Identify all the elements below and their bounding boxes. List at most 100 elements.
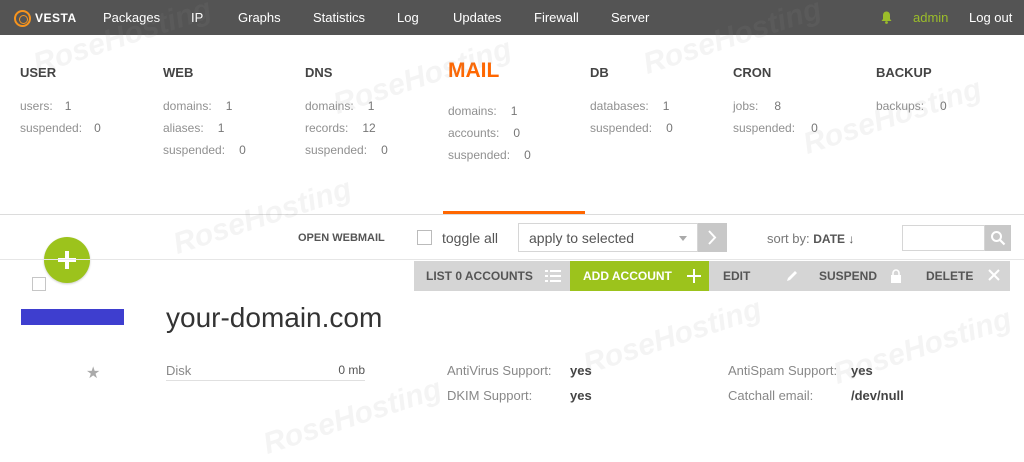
chevron-right-icon xyxy=(708,230,717,245)
antispam-value: yes xyxy=(851,363,873,378)
stat-label: backups: xyxy=(876,99,925,113)
watermark: RoseHosting xyxy=(169,172,356,261)
antivirus-value: yes xyxy=(570,363,592,378)
apply-button[interactable] xyxy=(698,223,727,252)
domain-action-bar: LIST 0 ACCOUNTS ADD ACCOUNT EDIT SUSPEND… xyxy=(414,261,1010,291)
nav-ip[interactable]: IP xyxy=(191,10,203,26)
stat-label: domains: xyxy=(305,99,354,113)
stat-dns[interactable]: DNS domains: 1 records: 12 suspended: 0 xyxy=(305,66,445,161)
vesta-logo-icon xyxy=(14,9,31,27)
suspend-button[interactable]: SUSPEND xyxy=(805,261,908,291)
delete-button[interactable]: DELETE xyxy=(908,261,1010,291)
suspend-label: SUSPEND xyxy=(819,269,878,283)
toggle-all-label[interactable]: toggle all xyxy=(442,230,498,246)
domain-status-bar xyxy=(21,309,124,325)
stat-mail[interactable]: MAIL domains: 1 accounts: 0 suspended: 0 xyxy=(448,60,588,166)
nav-log[interactable]: Log xyxy=(397,10,419,26)
chevron-down-icon xyxy=(679,236,687,241)
list-icon xyxy=(545,270,561,282)
watermark: RoseHosting xyxy=(259,372,446,461)
list-accounts-button[interactable]: LIST 0 ACCOUNTS xyxy=(414,261,570,291)
stat-value: 0 xyxy=(524,148,531,162)
add-account-label: ADD ACCOUNT xyxy=(583,269,672,283)
stat-label: domains: xyxy=(163,99,212,113)
close-icon xyxy=(988,269,1000,281)
stat-value: 0 xyxy=(381,143,388,157)
edit-button[interactable]: EDIT xyxy=(709,261,805,291)
stat-user[interactable]: USER users: 1 suspended: 0 xyxy=(20,66,160,139)
stat-title: DNS xyxy=(305,65,333,80)
bell-icon[interactable] xyxy=(881,11,892,24)
stat-label: suspended: xyxy=(163,143,226,157)
dkim-value: yes xyxy=(570,388,592,403)
stat-label: records: xyxy=(305,121,349,135)
top-navbar: VESTA Packages IP Graphs Statistics Log … xyxy=(0,0,1024,35)
search-button[interactable] xyxy=(985,225,1011,251)
stat-label: accounts: xyxy=(448,126,500,140)
dkim-label: DKIM Support: xyxy=(447,388,533,403)
stat-label: suspended: xyxy=(448,148,511,162)
stat-title: DB xyxy=(590,65,609,80)
add-account-button[interactable]: ADD ACCOUNT xyxy=(570,261,709,291)
toggle-all-checkbox[interactable] xyxy=(417,230,432,245)
add-domain-button[interactable] xyxy=(44,237,90,283)
stat-web[interactable]: WEB domains: 1 aliases: 1 suspended: 0 xyxy=(163,66,303,161)
stat-label: suspended: xyxy=(305,143,368,157)
stat-title: USER xyxy=(20,65,57,80)
stat-label: aliases: xyxy=(163,121,204,135)
antispam-label: AntiSpam Support: xyxy=(728,363,838,378)
stat-value: 0 xyxy=(513,126,521,140)
open-webmail-link[interactable]: OPEN WEBMAIL xyxy=(298,232,385,244)
stat-label: domains: xyxy=(448,104,497,118)
antivirus-label: AntiVirus Support: xyxy=(447,363,552,378)
divider xyxy=(0,259,1024,260)
edit-label: EDIT xyxy=(723,269,751,283)
stat-value: 1 xyxy=(510,104,518,118)
vesta-logo[interactable]: VESTA xyxy=(14,8,77,28)
stat-title-active: MAIL xyxy=(448,59,500,82)
nav-statistics[interactable]: Statistics xyxy=(313,10,365,26)
stat-cron[interactable]: CRON jobs: 8 suspended: 0 xyxy=(733,66,873,139)
stat-value: 0 xyxy=(811,121,818,135)
stat-value: 0 xyxy=(94,121,101,135)
stat-value: 0 xyxy=(666,121,673,135)
stat-value: 1 xyxy=(367,99,375,113)
stat-value: 1 xyxy=(662,99,670,113)
stat-value: 1 xyxy=(217,121,225,135)
disk-value: 0 mb xyxy=(338,363,365,377)
logo-text: VESTA xyxy=(35,11,77,25)
domain-name[interactable]: your-domain.com xyxy=(166,302,382,334)
catchall-label: Catchall email: xyxy=(728,388,814,403)
nav-packages[interactable]: Packages xyxy=(103,10,160,26)
apply-to-selected-select[interactable]: apply to selected xyxy=(518,223,698,252)
stat-label: suspended: xyxy=(20,121,83,135)
nav-updates[interactable]: Updates xyxy=(453,10,501,26)
sort-by-label: sort by: xyxy=(767,231,810,246)
stat-label: users: xyxy=(20,99,53,113)
search-input[interactable] xyxy=(902,225,985,251)
nav-firewall[interactable]: Firewall xyxy=(534,10,579,26)
stat-db[interactable]: DB databases: 1 suspended: 0 xyxy=(590,66,730,139)
stat-backup[interactable]: BACKUP backups: 0 xyxy=(876,66,1016,117)
domain-select-checkbox[interactable] xyxy=(32,277,46,291)
stat-label: suspended: xyxy=(733,121,796,135)
stat-value: 1 xyxy=(225,99,233,113)
stat-value: 1 xyxy=(64,99,72,113)
stat-title: WEB xyxy=(163,65,194,80)
apply-to-selected-value: apply to selected xyxy=(529,230,635,246)
plus-icon xyxy=(58,251,76,269)
sort-by-value: DATE ↓ xyxy=(813,232,855,246)
list-accounts-label: LIST 0 ACCOUNTS xyxy=(426,269,533,283)
nav-graphs[interactable]: Graphs xyxy=(238,10,281,26)
catchall-value: /dev/null xyxy=(851,388,904,403)
plus-icon xyxy=(687,269,701,283)
user-admin-link[interactable]: admin xyxy=(913,10,948,25)
star-icon[interactable]: ★ xyxy=(86,363,100,383)
disk-usage-line xyxy=(166,380,365,381)
logout-link[interactable]: Log out xyxy=(969,10,1012,25)
sort-by[interactable]: sort by: DATE ↓ xyxy=(767,231,854,246)
nav-server[interactable]: Server xyxy=(611,10,649,26)
stat-value: 0 xyxy=(940,99,947,113)
stat-label: databases: xyxy=(590,99,649,113)
search-icon xyxy=(991,231,1006,246)
